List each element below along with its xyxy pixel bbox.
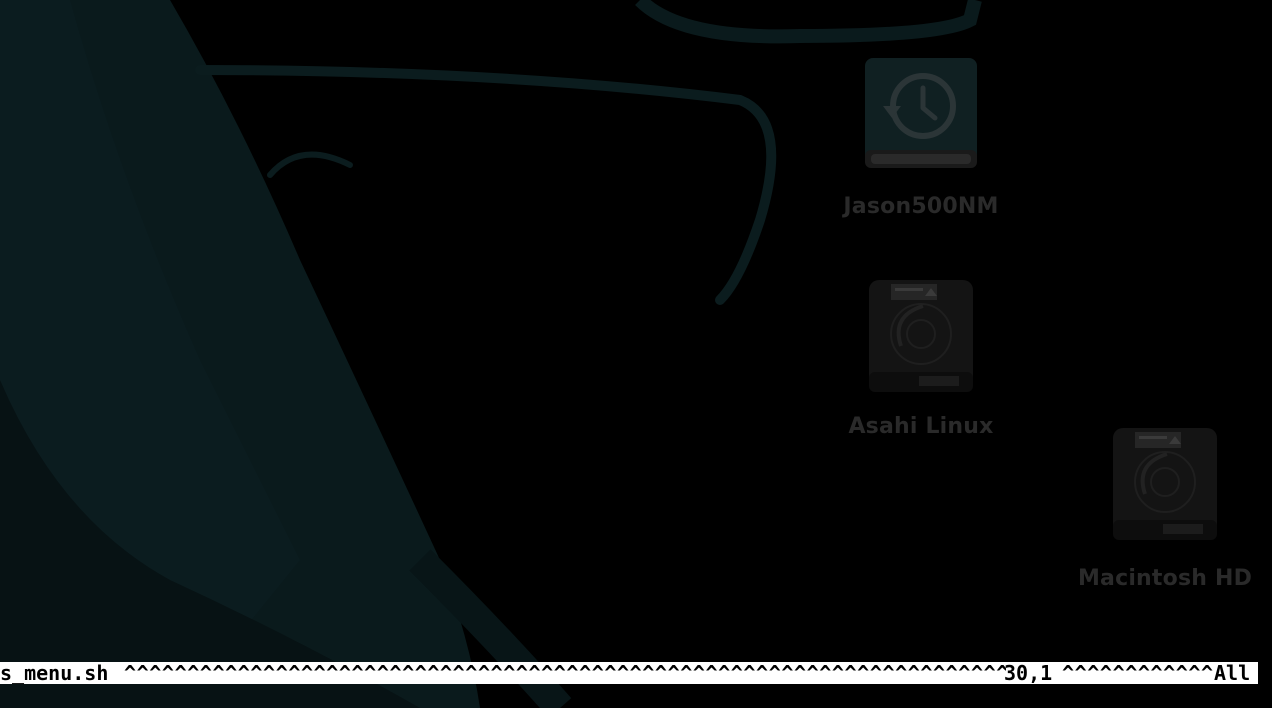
disk-macintosh-hd[interactable]: Macintosh HD bbox=[1070, 424, 1260, 591]
disk-asahi-linux[interactable]: Asahi Linux bbox=[826, 276, 1016, 439]
disk-label: Asahi Linux bbox=[848, 414, 994, 439]
status-fill: ^^^^^^^^^^^^^ bbox=[1062, 662, 1214, 684]
status-filename: s_menu.sh bbox=[0, 662, 109, 684]
wallpaper bbox=[0, 0, 1272, 708]
vim-status-line: s_menu.sh ^^^^^^^^^^^^^^^^^^^^^^^^^^^^^^… bbox=[0, 662, 1258, 684]
disk-label: Jason500NM bbox=[843, 194, 999, 219]
time-machine-disk-icon bbox=[865, 58, 977, 168]
disk-jason500nm[interactable]: Jason500NM bbox=[826, 52, 1016, 219]
status-fill: ^^^^^^^^^^^^^^^^^^^^^^^^^^^^^^^^^^^^^^^^… bbox=[124, 662, 1006, 684]
disk-label: Macintosh HD bbox=[1077, 566, 1253, 591]
status-scroll-indicator: All bbox=[1214, 662, 1251, 684]
hard-disk-icon bbox=[1113, 428, 1217, 540]
status-cursor-position: 30,1 bbox=[1004, 662, 1053, 684]
hard-disk-icon bbox=[869, 280, 973, 392]
desktop[interactable]: Jason500NM Asahi Linux Macintosh HD s_me… bbox=[0, 0, 1272, 708]
